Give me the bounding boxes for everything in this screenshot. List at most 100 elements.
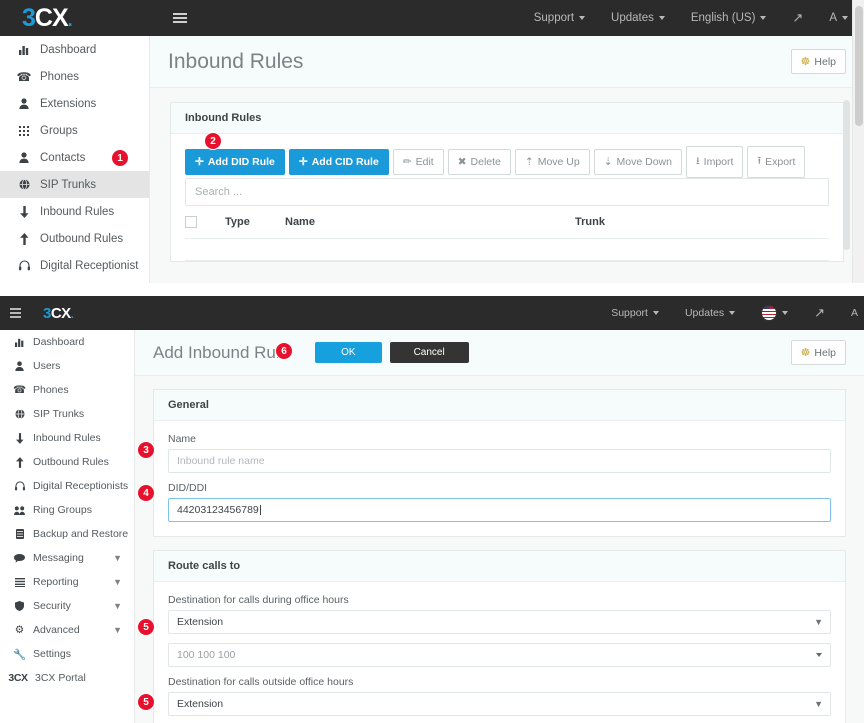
sidebar-item-reporting[interactable]: Reporting ▼ bbox=[0, 570, 134, 594]
office-hours-group: Destination for calls during office hour… bbox=[168, 594, 831, 634]
sidebar-item-outbound-rules[interactable]: Outbound Rules bbox=[0, 450, 134, 474]
section-title-route-calls-to: Route calls to bbox=[154, 551, 845, 582]
edit-button[interactable]: ✏ Edit bbox=[392, 149, 444, 175]
sidebar-item-dashboard[interactable]: Dashboard bbox=[0, 330, 134, 354]
table-header-row: Type Name Trunk bbox=[185, 206, 829, 240]
nav-item-language[interactable]: English (US) bbox=[678, 0, 780, 36]
sidebar-item-backup-and-restore[interactable]: Backup and Restore bbox=[0, 522, 134, 546]
nav-item-updates[interactable]: Updates bbox=[672, 296, 748, 330]
x-icon: ✖ bbox=[457, 156, 467, 168]
section-title-general: General bbox=[154, 390, 845, 421]
chevron-down-icon bbox=[782, 311, 789, 315]
annotation-badge-6: 6 bbox=[276, 343, 292, 359]
column-type: Type bbox=[225, 206, 285, 240]
office-hours-target-select[interactable]: 100 100 100 bbox=[168, 643, 831, 667]
button-label: Export bbox=[765, 156, 796, 168]
nav-item-support[interactable]: Support bbox=[598, 296, 672, 330]
outside-hours-group: Destination for calls outside office hou… bbox=[168, 676, 831, 716]
sidebar-item-dashboard[interactable]: Dashboard bbox=[0, 36, 149, 63]
sidebar-item-inbound-rules[interactable]: Inbound Rules bbox=[0, 426, 134, 450]
add-cid-rule-button[interactable]: ✛ Add CID Rule bbox=[288, 149, 389, 175]
did-label: DID/DDI bbox=[168, 482, 208, 494]
table-row-empty bbox=[185, 238, 829, 262]
user-icon bbox=[14, 152, 34, 163]
export-button[interactable]: ⭱ Export bbox=[747, 146, 806, 178]
button-label: Delete bbox=[470, 156, 501, 168]
select-value: Extension bbox=[177, 616, 224, 628]
nav-item-account[interactable]: A bbox=[838, 296, 864, 330]
sidebar-item-label: Dashboard bbox=[40, 43, 97, 56]
content-scrollbar-thumb[interactable] bbox=[843, 100, 850, 250]
arrow-up-icon bbox=[14, 232, 34, 245]
button-label: Add DID Rule bbox=[207, 156, 275, 168]
logo-letters: CX bbox=[50, 304, 71, 322]
office-hours-type-select[interactable]: Extension bbox=[168, 610, 831, 634]
annotation-badge-1: 1 bbox=[112, 150, 128, 166]
sidebar-item-phones[interactable]: ☎ Phones bbox=[0, 378, 134, 402]
button-label: Move Up bbox=[537, 156, 580, 168]
sidebar-item-label: Ring Groups bbox=[33, 504, 92, 516]
chevron-down-icon[interactable]: ▼ bbox=[113, 625, 122, 635]
sidebar-item-label: Digital Receptionist bbox=[40, 259, 139, 272]
import-button[interactable]: ⭳ Import bbox=[685, 146, 744, 178]
sidebar-item-extensions[interactable]: Extensions bbox=[0, 90, 149, 117]
outside-hours-type-select[interactable]: Extension bbox=[168, 692, 831, 716]
plus-icon: ✛ bbox=[195, 156, 204, 168]
scrollbar-thumb[interactable] bbox=[855, 6, 863, 126]
sidebar-item-inbound-rules[interactable]: Inbound Rules bbox=[0, 198, 149, 225]
help-button[interactable]: ☸ Help bbox=[790, 340, 846, 365]
move-down-button[interactable]: ⇣ Move Down bbox=[593, 149, 682, 175]
logo-letters: CX bbox=[34, 3, 69, 32]
sidebar-item-digital-receptionists[interactable]: Digital Receptionists bbox=[0, 474, 134, 498]
sidebar-item-security[interactable]: Security ▼ bbox=[0, 594, 134, 618]
add-did-rule-button[interactable]: ✛ Add DID Rule bbox=[185, 149, 285, 175]
text-cursor bbox=[259, 505, 261, 515]
phone-icon: ☎ bbox=[12, 384, 27, 396]
sidebar-item-advanced[interactable]: ⚙ Advanced ▼ bbox=[0, 618, 134, 642]
button-label: Move Down bbox=[616, 156, 672, 168]
page-header: Add Inbound Rule OK Cancel ☸ Help bbox=[135, 330, 864, 376]
sidebar-item-digital-receptionist[interactable]: Digital Receptionist bbox=[0, 252, 149, 279]
hamburger-icon[interactable] bbox=[172, 13, 187, 23]
sidebar-item-label: SIP Trunks bbox=[40, 178, 97, 191]
expand-arrows-icon: ↗ bbox=[814, 305, 825, 320]
annotation-badge-2: 2 bbox=[205, 133, 221, 149]
nav-item-fullscreen[interactable]: ↗ bbox=[801, 296, 838, 330]
nav-item-language[interactable] bbox=[748, 296, 801, 330]
sidebar-item-ring-groups[interactable]: Ring Groups bbox=[0, 498, 134, 522]
3cx-logo[interactable]: 3CX . bbox=[43, 306, 74, 321]
nav-item-fullscreen[interactable]: ↗ bbox=[779, 0, 816, 36]
sidebar-item-3cx-portal[interactable]: 3CX 3CX Portal bbox=[0, 666, 134, 690]
sidebar-item-users[interactable]: Users bbox=[0, 354, 134, 378]
sidebar-item-groups[interactable]: Groups bbox=[0, 117, 149, 144]
delete-button[interactable]: ✖ Delete bbox=[447, 149, 511, 175]
nav-item-updates[interactable]: Updates bbox=[598, 0, 678, 36]
sidebar-item-sip-trunks[interactable]: SIP Trunks bbox=[0, 402, 134, 426]
chart-bar-icon bbox=[11, 337, 28, 347]
select-all-checkbox[interactable] bbox=[185, 216, 197, 229]
move-up-button[interactable]: ⇡ Move Up bbox=[514, 149, 590, 175]
help-button[interactable]: ☸ Help bbox=[790, 49, 846, 74]
window-scrollbar[interactable] bbox=[852, 0, 864, 283]
arrow-down-icon bbox=[14, 205, 34, 218]
did-input[interactable]: 44203123456789 bbox=[168, 498, 831, 522]
name-input[interactable] bbox=[168, 449, 831, 473]
cancel-button[interactable]: Cancel bbox=[389, 342, 469, 363]
chevron-down-icon[interactable]: ▼ bbox=[113, 553, 122, 563]
list-icon bbox=[11, 577, 28, 587]
sidebar-item-phones[interactable]: ☎ Phones bbox=[0, 63, 149, 90]
sidebar-item-settings[interactable]: 🔧 Settings bbox=[0, 642, 134, 666]
rules-toolbar: ✛ Add DID Rule ✛ Add CID Rule ✏ Edit ✖ D… bbox=[185, 146, 829, 178]
chevron-down-icon[interactable]: ▼ bbox=[113, 577, 122, 587]
3cx-logo[interactable]: 3CX . bbox=[22, 3, 73, 32]
ok-button[interactable]: OK bbox=[315, 342, 382, 363]
sidebar-item-outbound-rules[interactable]: Outbound Rules bbox=[0, 225, 149, 252]
panel-separator bbox=[0, 283, 864, 296]
lifebuoy-icon: ☸ bbox=[800, 347, 811, 359]
sidebar-item-messaging[interactable]: Messaging ▼ bbox=[0, 546, 134, 570]
hamburger-icon[interactable] bbox=[10, 308, 21, 318]
nav-item-support[interactable]: Support bbox=[521, 0, 598, 36]
sidebar-item-sip-trunks[interactable]: SIP Trunks bbox=[0, 171, 149, 198]
chevron-down-icon[interactable]: ▼ bbox=[113, 601, 122, 611]
search-input[interactable] bbox=[185, 178, 829, 206]
